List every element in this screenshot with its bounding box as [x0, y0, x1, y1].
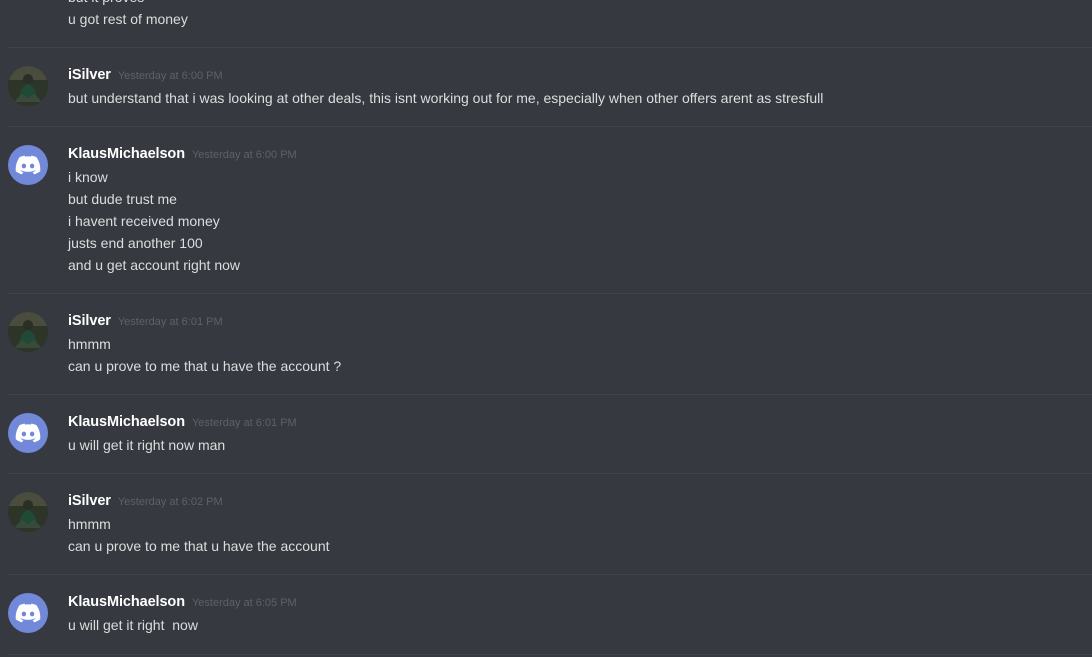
timestamp: Yesterday at 6:02 PM	[117, 496, 223, 508]
user-photo-avatar	[8, 66, 48, 106]
message-line: justs end another 100	[68, 235, 203, 251]
message-divider	[8, 473, 1092, 474]
message-line: but dude trust me	[68, 191, 177, 207]
timestamp: Yesterday at 6:01 PM	[117, 316, 223, 328]
chat-messages: but it proves u got rest of money iSilve…	[0, 0, 1092, 657]
message-line: hmmm	[68, 336, 111, 352]
message-line: i havent received money	[68, 213, 220, 229]
user-avatar[interactable]	[8, 492, 48, 532]
message-line: but understand that i was looking at oth…	[68, 90, 824, 106]
timestamp: Yesterday at 6:00 PM	[117, 70, 223, 82]
user-photo-avatar	[8, 492, 48, 532]
message-divider	[8, 394, 1092, 395]
message-line: u will get it right now man	[68, 437, 226, 453]
message-header: iSilver Yesterday at 6:00 PM	[68, 67, 223, 83]
discord-logo-icon	[15, 155, 41, 175]
message-divider	[8, 654, 1092, 655]
message-line: hmmm	[68, 516, 111, 532]
user-avatar[interactable]	[8, 312, 48, 352]
message-divider	[8, 126, 1092, 127]
user-avatar[interactable]	[8, 145, 48, 185]
message-line: but it proves	[68, 0, 144, 8]
discord-logo-icon	[15, 603, 41, 623]
timestamp: Yesterday at 6:01 PM	[191, 417, 297, 429]
message-header: KlausMichaelson Yesterday at 6:00 PM	[68, 146, 297, 162]
message-divider	[8, 574, 1092, 575]
username[interactable]: iSilver	[68, 67, 111, 83]
username[interactable]: KlausMichaelson	[68, 146, 185, 162]
message-header: iSilver Yesterday at 6:02 PM	[68, 493, 223, 509]
message-header: KlausMichaelson Yesterday at 6:05 PM	[68, 594, 297, 610]
username[interactable]: KlausMichaelson	[68, 594, 185, 610]
message-line: can u prove to me that u have the accoun…	[68, 538, 330, 554]
message-divider	[8, 293, 1092, 294]
message-header: KlausMichaelson Yesterday at 6:01 PM	[68, 414, 297, 430]
message-line: and u get account right now	[68, 257, 241, 273]
timestamp: Yesterday at 6:00 PM	[191, 149, 297, 161]
message-divider	[8, 47, 1092, 48]
username[interactable]: KlausMichaelson	[68, 414, 185, 430]
message-line: u got rest of money	[68, 11, 188, 27]
user-avatar[interactable]	[8, 66, 48, 106]
user-avatar[interactable]	[8, 413, 48, 453]
user-photo-avatar	[8, 312, 48, 352]
message-line: u will get it right now	[68, 617, 198, 633]
username[interactable]: iSilver	[68, 313, 111, 329]
message-header: iSilver Yesterday at 6:01 PM	[68, 313, 223, 329]
username[interactable]: iSilver	[68, 493, 111, 509]
user-avatar[interactable]	[8, 593, 48, 633]
message-line: can u prove to me that u have the accoun…	[68, 358, 342, 374]
message-line: i know	[68, 169, 108, 185]
timestamp: Yesterday at 6:05 PM	[191, 597, 297, 609]
discord-logo-icon	[15, 423, 41, 443]
